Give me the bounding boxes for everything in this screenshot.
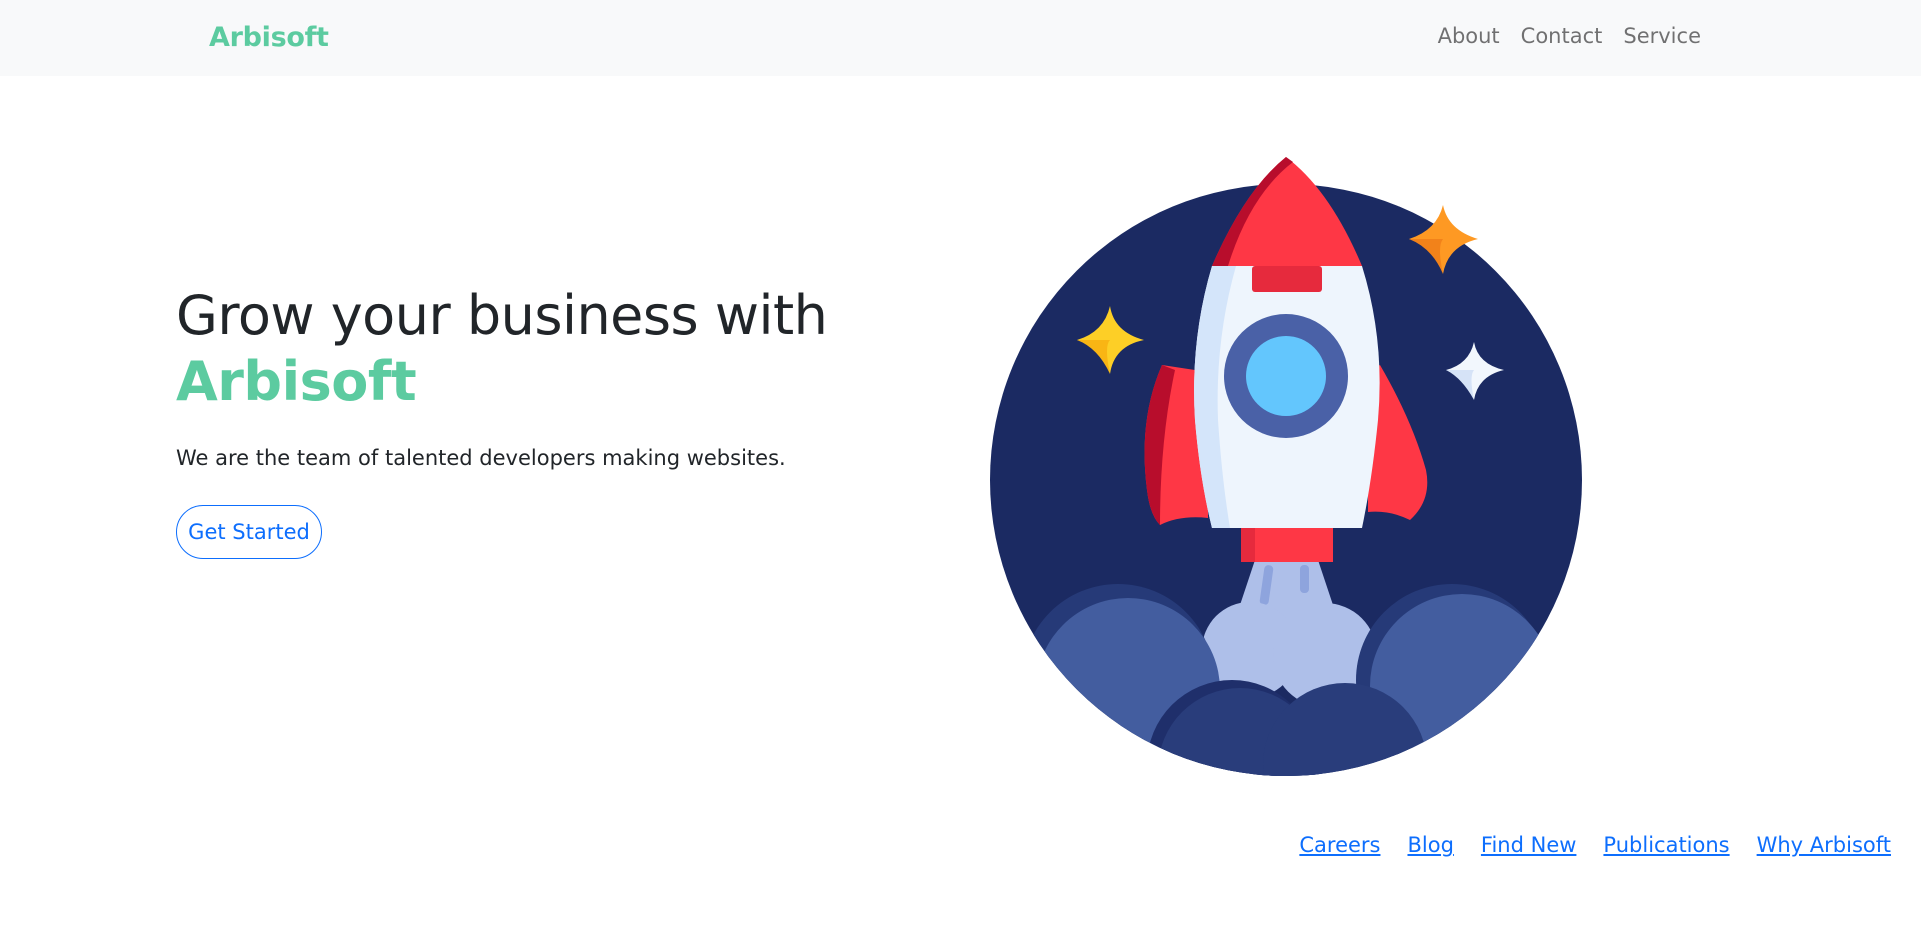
footer-links: Careers Blog Find New Publications Why A… [1299, 833, 1891, 857]
footer-link-careers[interactable]: Careers [1299, 833, 1380, 857]
hero-title: Grow your business with Arbisoft [176, 283, 828, 415]
footer-link-find-new[interactable]: Find New [1481, 833, 1577, 857]
get-started-button[interactable]: Get Started [176, 505, 322, 559]
hero-title-text: Grow your business with [176, 284, 828, 347]
navbar: Arbisoft About Contact Service [0, 0, 1921, 76]
footer-link-blog[interactable]: Blog [1407, 833, 1453, 857]
rocket-illustration [990, 157, 1582, 776]
hero-title-accent: Arbisoft [176, 350, 417, 413]
brand-logo[interactable]: Arbisoft [209, 22, 329, 53]
nav-link-service[interactable]: Service [1623, 24, 1701, 48]
footer-link-why-arbisoft[interactable]: Why Arbisoft [1757, 833, 1891, 857]
footer-link-publications[interactable]: Publications [1603, 833, 1729, 857]
hero-subtitle: We are the team of talented developers m… [176, 446, 786, 470]
nav-links: About Contact Service [1438, 24, 1701, 48]
nav-link-about[interactable]: About [1438, 24, 1500, 48]
nav-link-contact[interactable]: Contact [1521, 24, 1603, 48]
